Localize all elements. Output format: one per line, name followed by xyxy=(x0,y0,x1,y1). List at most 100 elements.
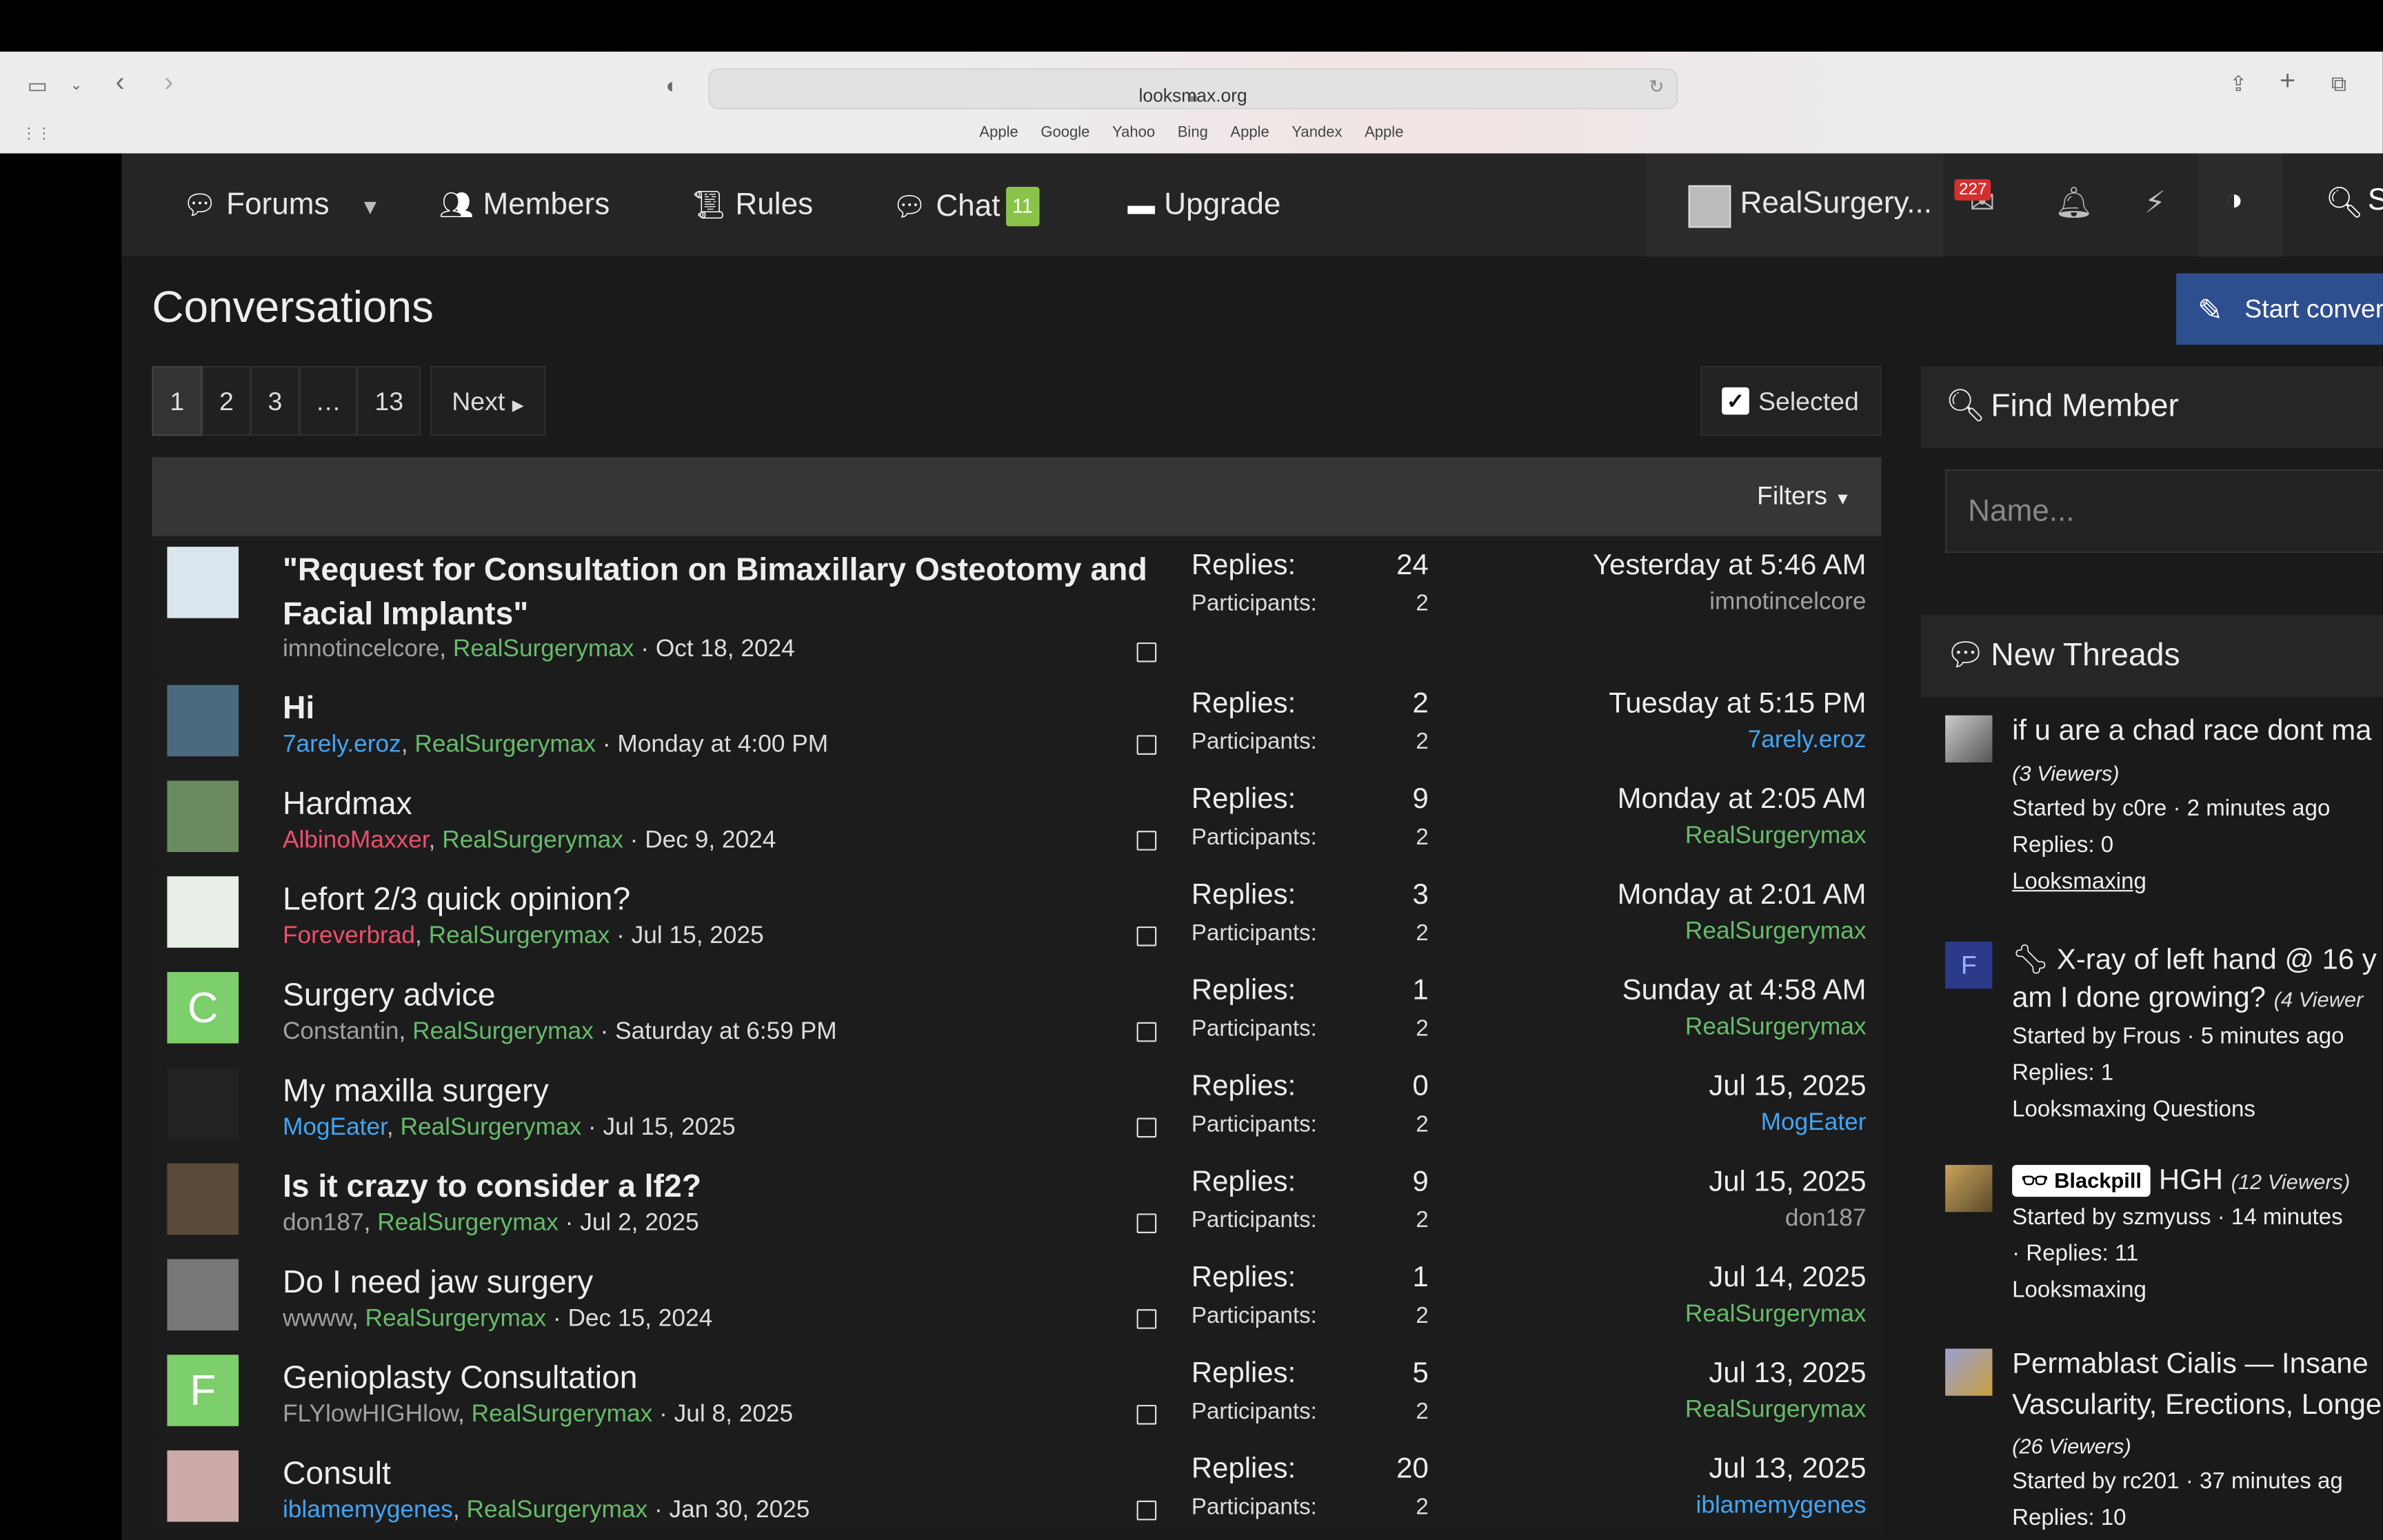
tab-overview-icon[interactable]: ⧉ xyxy=(2331,73,2346,94)
address-bar[interactable]: 🔒︎ looksmax.org ↻ xyxy=(708,68,1678,110)
forward-icon[interactable]: › xyxy=(164,68,173,96)
page-2[interactable]: 2 xyxy=(202,365,251,436)
page-13[interactable]: 13 xyxy=(356,365,421,436)
avatar[interactable] xyxy=(167,1450,239,1522)
bell-icon[interactable]: 🔔︎ xyxy=(2055,184,2093,222)
shield-icon[interactable]: ◐ xyxy=(665,74,678,96)
avatar[interactable] xyxy=(167,1067,239,1139)
avatar[interactable] xyxy=(167,1259,239,1331)
share-icon[interactable]: ⇪ xyxy=(2229,73,2247,94)
thread-forum-link[interactable]: Looksmaxing xyxy=(2012,1277,2146,1303)
last-message-user[interactable]: RealSurgerymax xyxy=(1685,919,1867,946)
conversation-title[interactable]: Do I need jaw surgery xyxy=(283,1261,1156,1305)
thread-title-cont[interactable]: Vascularity, Erections, Longe xyxy=(2012,1390,2382,1423)
avatar[interactable]: C xyxy=(167,972,239,1044)
thread-forum-link[interactable]: Looksmaxing xyxy=(2012,869,2146,894)
thread-forum-link[interactable]: Looksmaxing Questions xyxy=(2012,1097,2255,1122)
conversation-title[interactable]: "Request for Consultation on Bimaxillary… xyxy=(283,548,1156,636)
last-message-date[interactable]: Tuesday at 5:15 PM xyxy=(1609,688,1866,721)
reload-icon[interactable]: ↻ xyxy=(1646,76,1667,97)
participant-link[interactable]: RealSurgerymax xyxy=(365,1306,546,1332)
favorite-link[interactable]: Apple xyxy=(1365,125,1403,141)
last-message-user[interactable]: RealSurgerymax xyxy=(1685,1301,1867,1329)
select-checkbox[interactable] xyxy=(1136,642,1157,662)
thread-title[interactable]: if u are a chad race dont ma xyxy=(2012,716,2371,749)
search-label[interactable]: S xyxy=(2368,184,2383,219)
member-name-input[interactable]: Name... xyxy=(1945,469,2383,553)
author-link[interactable]: MogEater xyxy=(283,1115,387,1140)
participant-link[interactable]: RealSurgerymax xyxy=(453,636,634,662)
favorite-link[interactable]: Bing xyxy=(1178,125,1208,141)
avatar[interactable] xyxy=(167,1163,239,1235)
last-message-date[interactable]: Monday at 2:01 AM xyxy=(1618,880,1867,913)
avatar[interactable] xyxy=(167,780,239,852)
select-checkbox[interactable] xyxy=(1136,831,1157,851)
last-message-user[interactable]: iblamemygenes xyxy=(1696,1493,1867,1521)
page-1[interactable]: 1 xyxy=(152,365,203,436)
avatar[interactable] xyxy=(167,685,239,757)
last-message-date[interactable]: Jul 13, 2025 xyxy=(1709,1453,1866,1486)
favorite-link[interactable]: Apple xyxy=(1230,125,1269,141)
last-message-user[interactable]: MogEater xyxy=(1761,1111,1867,1138)
page-ellipsis[interactable]: … xyxy=(299,365,357,436)
thread-title-cont[interactable]: am I done growing? xyxy=(2012,982,2266,1014)
last-message-date[interactable]: Jul 13, 2025 xyxy=(1709,1358,1866,1391)
last-message-date[interactable]: Jul 14, 2025 xyxy=(1709,1262,1866,1295)
last-message-date[interactable]: Monday at 2:05 AM xyxy=(1618,784,1867,817)
favorite-link[interactable]: Apple xyxy=(979,125,1018,141)
filters-button[interactable]: Filters ▼ xyxy=(1757,481,1851,511)
conversation-row[interactable]: Lefort 2/3 quick opinion? Foreverbrad, Re… xyxy=(152,865,1882,962)
select-checkbox[interactable] xyxy=(1136,1309,1157,1329)
back-icon[interactable]: ‹ xyxy=(116,68,125,96)
chevron-down-icon[interactable]: ⌄ xyxy=(70,76,82,97)
author-link[interactable]: AlbinoMaxxer xyxy=(283,828,429,853)
author-link[interactable]: Constantin xyxy=(283,1019,399,1044)
last-message-date[interactable]: Yesterday at 5:46 AM xyxy=(1593,550,1867,583)
conversation-row[interactable]: Consult iblamemygenes, RealSurgerymax · J… xyxy=(152,1439,1882,1536)
author-link[interactable]: Foreverbrad xyxy=(283,924,415,949)
account-menu[interactable]: RealSurgery... xyxy=(1645,153,1944,257)
page-3[interactable]: 3 xyxy=(250,365,300,436)
conversation-title[interactable]: Lefort 2/3 quick opinion? xyxy=(283,878,1156,922)
select-checkbox[interactable] xyxy=(1136,1213,1157,1233)
start-conversation-button[interactable]: ✎ Start conver xyxy=(2176,273,2383,345)
last-message-user[interactable]: don187 xyxy=(1785,1206,1867,1233)
conversation-row[interactable]: Hardmax AlbinoMaxxer, RealSurgerymax · De… xyxy=(152,770,1882,866)
nav-rules[interactable]: 📜︎ Rules xyxy=(692,187,813,223)
last-message-date[interactable]: Jul 15, 2025 xyxy=(1709,1166,1866,1199)
nav-upgrade[interactable]: ▬ Upgrade xyxy=(1127,187,1280,223)
last-message-user[interactable]: RealSurgerymax xyxy=(1685,1397,1867,1425)
bolt-icon[interactable]: ⚡︎ xyxy=(2144,184,2166,222)
select-checkbox[interactable] xyxy=(1136,1404,1157,1425)
favorite-link[interactable]: Yandex xyxy=(1291,125,1342,141)
last-message-user[interactable]: imnotincelcore xyxy=(1709,589,1866,617)
caret-down-icon[interactable]: ▼ xyxy=(360,194,381,219)
favorite-link[interactable]: Yahoo xyxy=(1112,125,1155,141)
avatar[interactable]: F xyxy=(167,1355,239,1426)
selected-button[interactable]: ✓ Selected xyxy=(1700,365,1882,436)
nav-chat[interactable]: 💬︎ Chat 11 xyxy=(892,186,1039,227)
participant-link[interactable]: RealSurgerymax xyxy=(377,1210,559,1236)
participant-link[interactable]: RealSurgerymax xyxy=(414,732,596,758)
conversation-row[interactable]: My maxilla surgery MogEater, RealSurgerym… xyxy=(152,1057,1882,1153)
conversation-title[interactable]: Genioplasty Consultation xyxy=(283,1356,1156,1400)
conversation-title[interactable]: My maxilla surgery xyxy=(283,1069,1156,1113)
last-message-date[interactable]: Sunday at 4:58 AM xyxy=(1622,975,1867,1008)
author-link[interactable]: don187 xyxy=(283,1210,364,1236)
conversation-title[interactable]: Hardmax xyxy=(283,782,1156,827)
thread-title[interactable]: HGH xyxy=(2159,1165,2223,1197)
participant-link[interactable]: RealSurgerymax xyxy=(429,924,610,949)
conversation-row[interactable]: "Request for Consultation on Bimaxillary… xyxy=(152,536,1882,675)
favorite-link[interactable]: Google xyxy=(1040,125,1089,141)
author-link[interactable]: iblamemygenes xyxy=(283,1497,453,1523)
participant-link[interactable]: RealSurgerymax xyxy=(412,1019,594,1044)
participant-link[interactable]: RealSurgerymax xyxy=(472,1402,653,1428)
avatar[interactable] xyxy=(167,876,239,948)
conversation-row[interactable]: Hi 7arely.eroz, RealSurgerymax · Monday a… xyxy=(152,674,1882,771)
author-link[interactable]: FLYlowHIGHlow xyxy=(283,1402,458,1428)
last-message-user[interactable]: RealSurgerymax xyxy=(1685,1015,1867,1042)
select-checkbox[interactable] xyxy=(1136,1117,1157,1138)
new-tab-icon[interactable]: + xyxy=(2280,67,2295,94)
thread-title[interactable]: X-ray of left hand @ 16 y xyxy=(2057,944,2377,976)
conversation-title[interactable]: Hi xyxy=(283,687,1156,731)
